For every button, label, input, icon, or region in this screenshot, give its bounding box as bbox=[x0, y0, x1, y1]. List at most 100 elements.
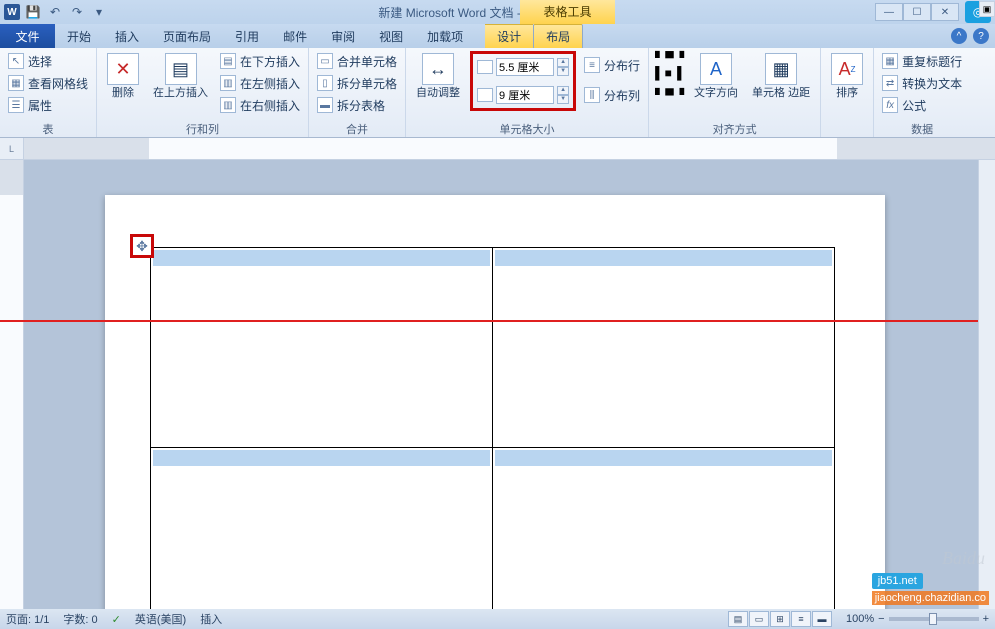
language-indicator[interactable]: 英语(美国) bbox=[135, 611, 186, 627]
redo-icon[interactable]: ↷ bbox=[68, 3, 86, 21]
ruler-toggle-button[interactable]: ▣ bbox=[979, 1, 995, 17]
distribute-rows-button[interactable]: ≡分布行 bbox=[582, 55, 642, 75]
tab-home[interactable]: 开始 bbox=[55, 24, 103, 48]
ruler-bar: L ▣ bbox=[0, 138, 995, 160]
word-app-icon[interactable]: W bbox=[4, 4, 20, 20]
view-gridlines-button[interactable]: ▦查看网格线 bbox=[6, 73, 90, 93]
text-direction-icon: A bbox=[700, 53, 732, 85]
autofit-button[interactable]: ↔自动调整 bbox=[412, 51, 464, 102]
row-height-input[interactable] bbox=[496, 58, 554, 76]
table-move-handle[interactable]: ✥ bbox=[130, 234, 154, 258]
align-bc-button[interactable]: ▄ bbox=[665, 81, 674, 95]
web-layout-view-button[interactable]: ⊞ bbox=[770, 611, 790, 627]
table-cell[interactable]: ↲ bbox=[151, 248, 493, 448]
convert-text-icon: ⇄ bbox=[882, 75, 898, 91]
page[interactable]: ↲ ↲ ↲ ↲ bbox=[105, 195, 885, 609]
delete-button[interactable]: ✕删除 bbox=[103, 51, 143, 102]
distribute-cols-button[interactable]: ⫼分布列 bbox=[582, 85, 642, 105]
vertical-scrollbar[interactable] bbox=[978, 160, 995, 609]
close-button[interactable]: ✕ bbox=[931, 3, 959, 21]
minimize-ribbon-icon[interactable]: ^ bbox=[951, 28, 967, 44]
align-mc-button[interactable]: ■ bbox=[665, 66, 672, 80]
zoom-out-button[interactable]: − bbox=[878, 613, 884, 625]
insert-left-button[interactable]: ▥在左侧插入 bbox=[218, 73, 302, 93]
undo-icon[interactable]: ↶ bbox=[46, 3, 64, 21]
selection-highlight bbox=[153, 250, 490, 266]
convert-to-text-button[interactable]: ⇄转换为文本 bbox=[880, 73, 964, 93]
page-indicator[interactable]: 页面: 1/1 bbox=[6, 611, 49, 627]
group-data: ▦重复标题行 ⇄转换为文本 fx公式 数据 bbox=[874, 48, 970, 137]
merge-icon: ▭ bbox=[317, 53, 333, 69]
tab-table-layout[interactable]: 布局 bbox=[533, 24, 583, 48]
split-table-button[interactable]: ▬拆分表格 bbox=[315, 95, 399, 115]
insert-above-button[interactable]: ▤在上方插入 bbox=[149, 51, 212, 102]
maximize-button[interactable]: ☐ bbox=[903, 3, 931, 21]
group-merge: ▭合并单元格 ▯拆分单元格 ▬拆分表格 合并 bbox=[309, 48, 406, 137]
horizontal-ruler[interactable] bbox=[24, 138, 995, 159]
properties-button[interactable]: ☰属性 bbox=[6, 95, 90, 115]
draft-view-button[interactable]: ▬ bbox=[812, 611, 832, 627]
word-count[interactable]: 字数: 0 bbox=[63, 611, 97, 627]
zoom-control: 100% − + bbox=[846, 613, 989, 625]
repeat-header-button[interactable]: ▦重复标题行 bbox=[880, 51, 964, 71]
tab-review[interactable]: 审阅 bbox=[319, 24, 367, 48]
tab-page-layout[interactable]: 页面布局 bbox=[151, 24, 223, 48]
align-bl-button[interactable]: ▖ bbox=[655, 81, 664, 95]
align-ml-button[interactable]: ▌ bbox=[655, 66, 664, 80]
sort-button[interactable]: AZ排序 bbox=[827, 51, 867, 102]
tab-mailings[interactable]: 邮件 bbox=[271, 24, 319, 48]
align-tc-button[interactable]: ▀ bbox=[665, 51, 674, 65]
group-sort: AZ排序 bbox=[821, 48, 874, 137]
tab-references[interactable]: 引用 bbox=[223, 24, 271, 48]
row-height-spinner[interactable]: ▲▼ bbox=[477, 58, 569, 76]
merge-cells-button[interactable]: ▭合并单元格 bbox=[315, 51, 399, 71]
zoom-level[interactable]: 100% bbox=[846, 613, 874, 625]
height-down-button[interactable]: ▼ bbox=[557, 67, 569, 76]
distribute-cols-icon: ⫼ bbox=[584, 87, 600, 103]
vertical-ruler[interactable] bbox=[0, 160, 24, 609]
ruler-corner[interactable]: L bbox=[0, 138, 24, 159]
tab-addins[interactable]: 加载项 bbox=[415, 24, 475, 48]
col-width-spinner[interactable]: ▲▼ bbox=[477, 86, 569, 104]
qat-dropdown-icon[interactable]: ▾ bbox=[90, 3, 108, 21]
align-tl-button[interactable]: ▘ bbox=[655, 51, 664, 65]
table-row[interactable]: ↲ ↲ bbox=[151, 248, 835, 448]
minimize-button[interactable]: — bbox=[875, 3, 903, 21]
table-cell[interactable]: ↲ bbox=[493, 248, 835, 448]
group-label-table: 表 bbox=[43, 121, 54, 137]
insert-mode[interactable]: 插入 bbox=[200, 611, 222, 627]
align-mr-button[interactable]: ▐ bbox=[673, 66, 682, 80]
split-cells-button[interactable]: ▯拆分单元格 bbox=[315, 73, 399, 93]
width-up-button[interactable]: ▲ bbox=[557, 86, 569, 95]
width-down-button[interactable]: ▼ bbox=[557, 95, 569, 104]
grid-icon: ▦ bbox=[8, 75, 24, 91]
text-direction-button[interactable]: A文字方向 bbox=[690, 51, 742, 102]
help-icon[interactable]: ? bbox=[973, 28, 989, 44]
document-table[interactable]: ↲ ↲ ↲ ↲ bbox=[150, 247, 835, 609]
zoom-in-button[interactable]: + bbox=[983, 613, 989, 625]
insert-right-button[interactable]: ▥在右侧插入 bbox=[218, 95, 302, 115]
table-cell[interactable]: ↲ bbox=[493, 448, 835, 610]
tab-view[interactable]: 视图 bbox=[367, 24, 415, 48]
table-cell[interactable]: ↲ bbox=[151, 448, 493, 610]
insert-below-button[interactable]: ▤在下方插入 bbox=[218, 51, 302, 71]
fullscreen-reading-view-button[interactable]: ▭ bbox=[749, 611, 769, 627]
table-row[interactable]: ↲ ↲ bbox=[151, 448, 835, 610]
watermark: jb51.net jiaocheng.chazidian.co bbox=[872, 571, 989, 605]
cell-margins-button[interactable]: ▦单元格 边距 bbox=[748, 51, 814, 102]
tab-table-design[interactable]: 设计 bbox=[485, 24, 533, 48]
tab-insert[interactable]: 插入 bbox=[103, 24, 151, 48]
col-width-input[interactable] bbox=[496, 86, 554, 104]
tab-file[interactable]: 文件 bbox=[0, 24, 55, 48]
height-up-button[interactable]: ▲ bbox=[557, 58, 569, 67]
spellcheck-icon[interactable]: ✓ bbox=[112, 613, 121, 626]
select-button[interactable]: ↖选择 bbox=[6, 51, 90, 71]
align-br-button[interactable]: ▗ bbox=[675, 81, 684, 95]
zoom-slider[interactable] bbox=[889, 617, 979, 621]
formula-button[interactable]: fx公式 bbox=[880, 95, 964, 115]
group-label-rowscols: 行和列 bbox=[186, 121, 219, 137]
outline-view-button[interactable]: ≡ bbox=[791, 611, 811, 627]
print-layout-view-button[interactable]: ▤ bbox=[728, 611, 748, 627]
save-icon[interactable]: 💾 bbox=[24, 3, 42, 21]
align-tr-button[interactable]: ▝ bbox=[675, 51, 684, 65]
